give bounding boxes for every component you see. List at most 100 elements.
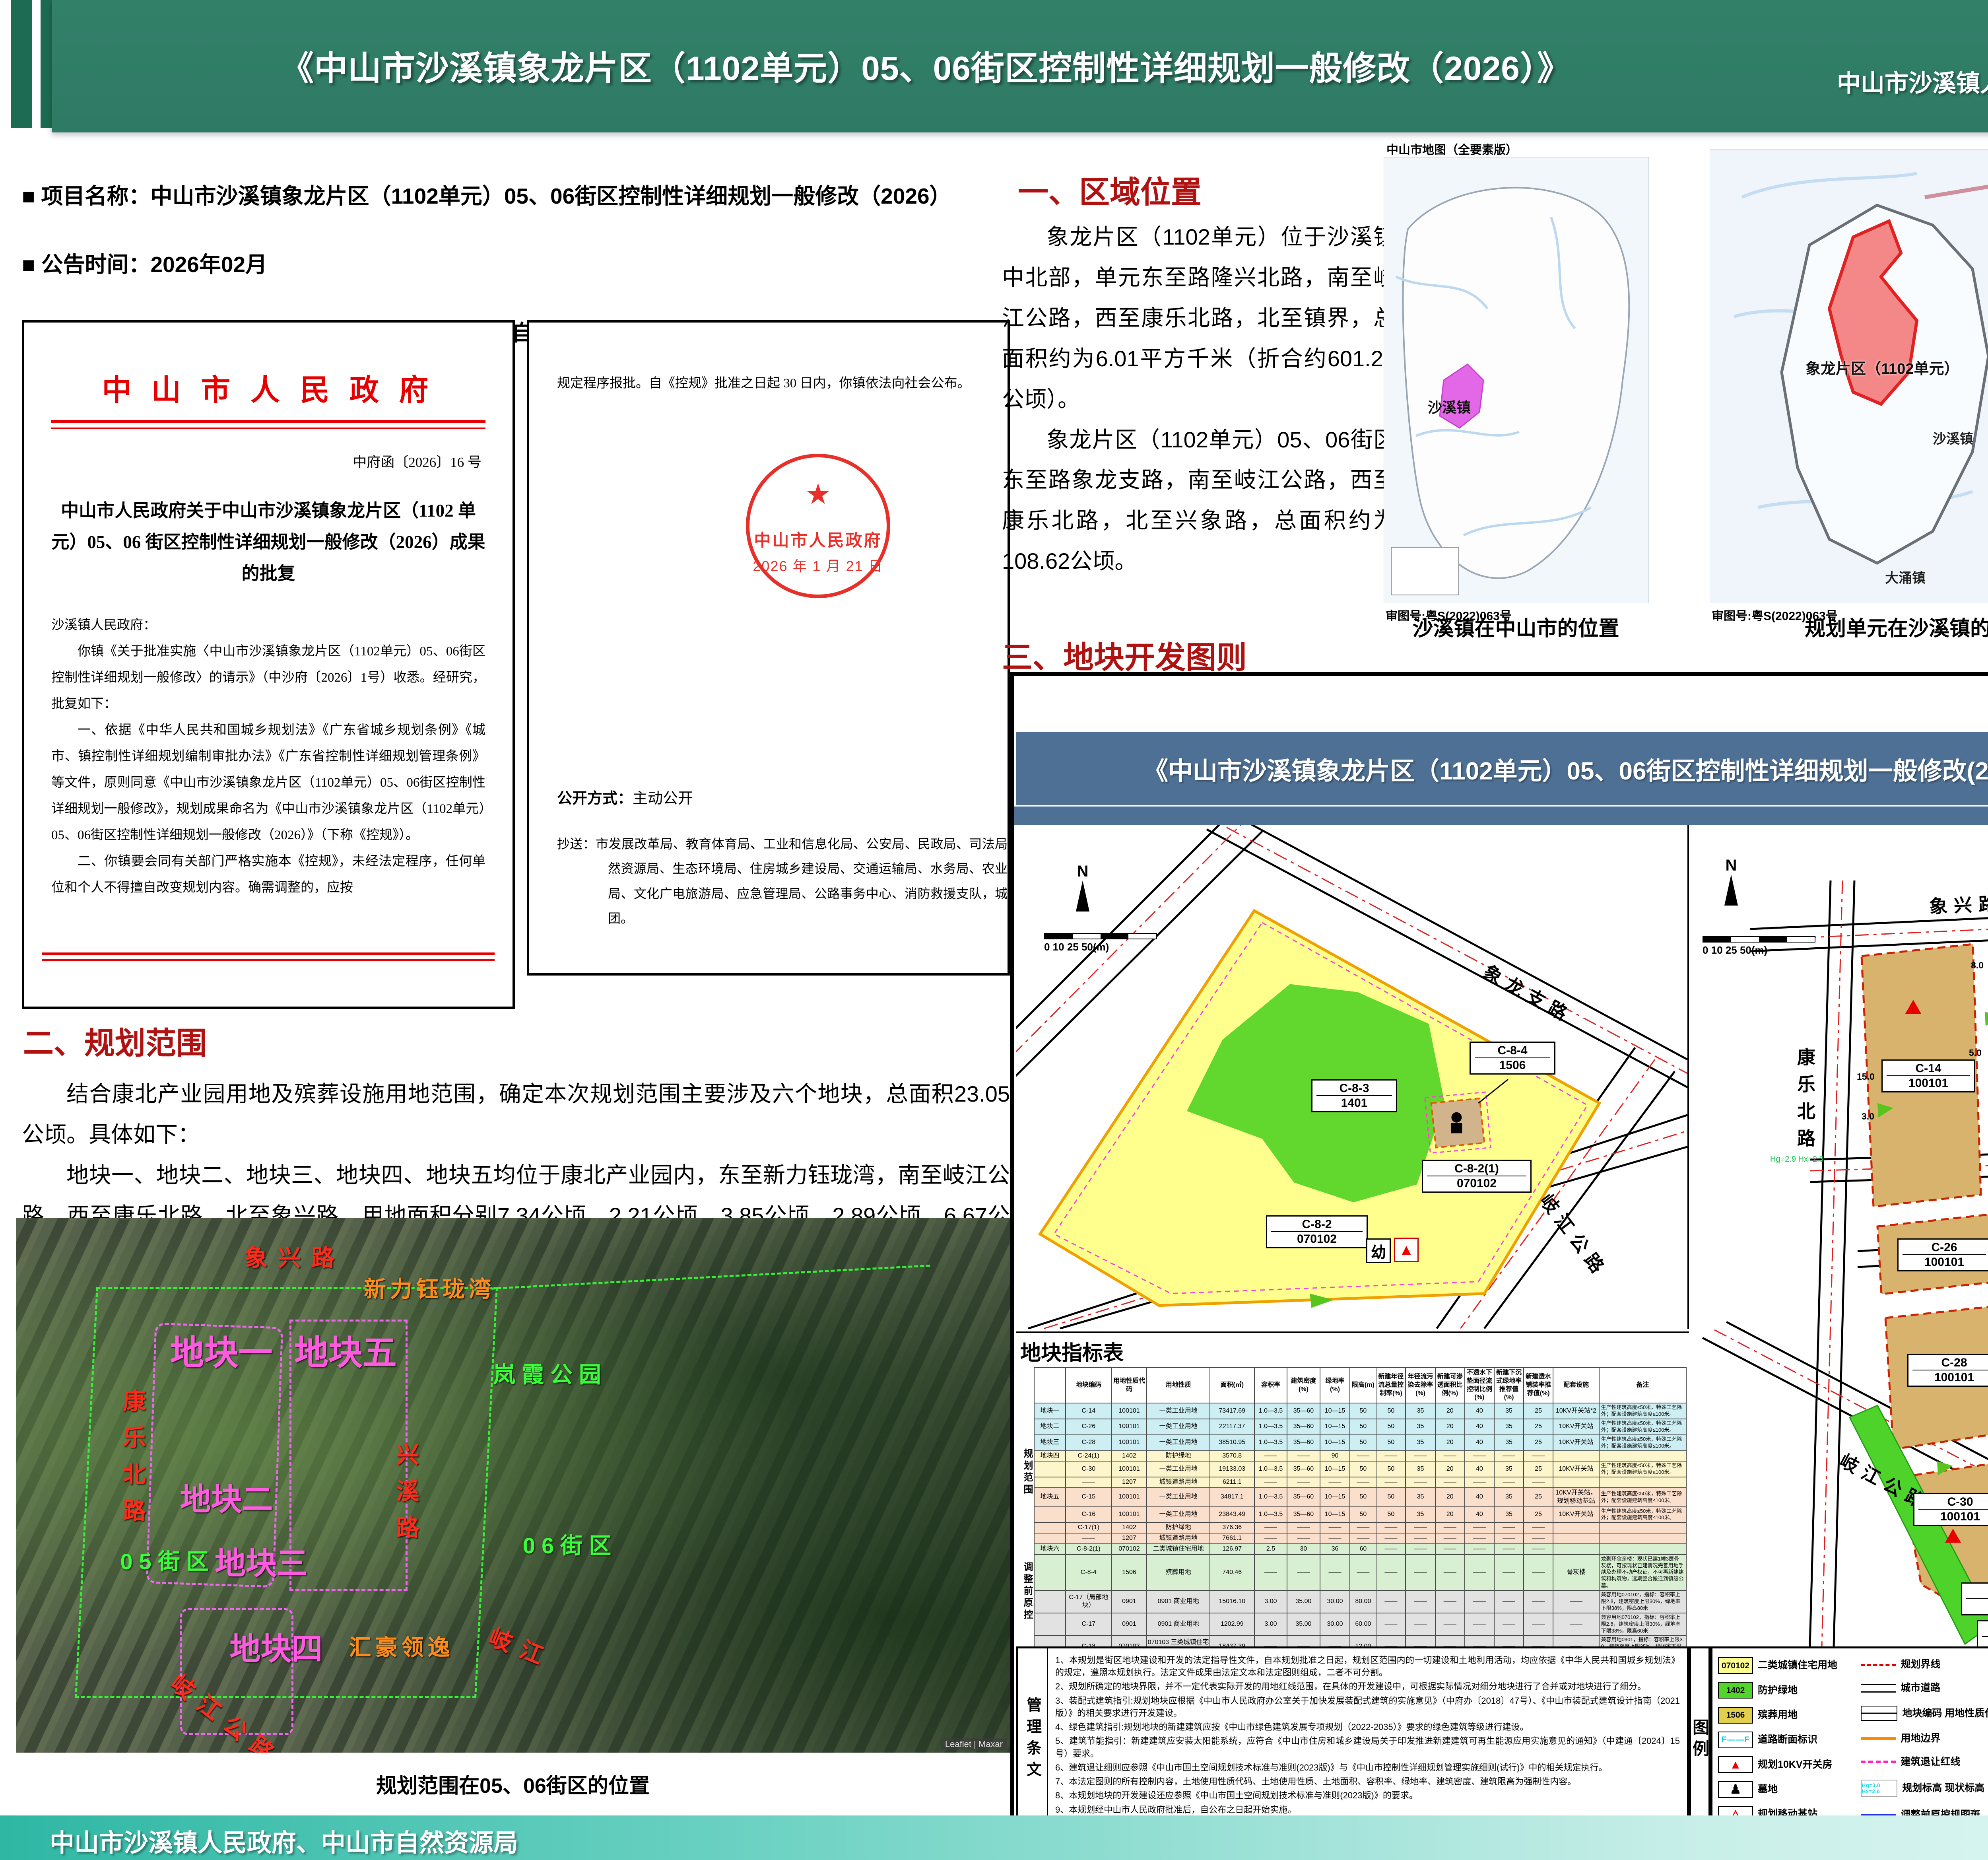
legend-swatch: [1718, 1781, 1753, 1798]
doc-paragraph: 你镇《关于批准实施〈中山市沙溪镇象龙片区（1102单元）05、06街区控制性详细…: [51, 638, 485, 717]
parcel-label-C-8-2: C-8-2070102: [1266, 1215, 1368, 1248]
block-label: 05街区: [120, 1544, 215, 1576]
table-cell: ——: [1465, 1533, 1494, 1544]
table-cell: 35—60: [1287, 1435, 1320, 1451]
area-label: 沙溪镇: [1428, 396, 1471, 417]
table-cell: 60.00: [1350, 1613, 1376, 1636]
table-cell: ——: [1320, 1522, 1350, 1533]
table-cell: ——: [1494, 1590, 1524, 1613]
table-cell: C-26: [1066, 1419, 1111, 1435]
plan-block6: C-8-31401 C-8-41506 C-8-2(1)070102 C-8-2…: [1016, 825, 1689, 1329]
dimension: 8.0: [1971, 960, 1984, 971]
town-label: 沙溪镇: [1933, 428, 1973, 447]
table-cell: 20: [1435, 1435, 1465, 1451]
table-cell: ——: [1465, 1477, 1494, 1488]
table-cell: 10KV开关站: [1553, 1507, 1599, 1523]
table-cell: 1.0—3.5: [1254, 1488, 1287, 1507]
table-cell: C-17（局部地块）: [1066, 1590, 1111, 1613]
cc-list: 抄送：市发展改革局、教育体育局、工业和信息化局、公安局、民政局、司法局、自然资源…: [557, 832, 1010, 931]
header-bar: 《中山市沙溪镇象龙片区（1102单元）05、06街区控制性详细规划一般修改（20…: [52, 0, 1988, 132]
section1-body: 象龙片区（1102单元）位于沙溪镇中北部，单元东至路隆兴北路，南至岐江公路，西至…: [1002, 217, 1396, 581]
table-cell: 30.00: [1320, 1590, 1350, 1613]
legend-swatch: 1506: [1718, 1707, 1753, 1724]
table-cell: 35—60: [1287, 1403, 1320, 1419]
table-cell: [1553, 1522, 1599, 1533]
table-cell: 一类工业用地: [1147, 1403, 1209, 1419]
announcement-poster: 《中山市沙溪镇象龙片区（1102单元）05、06街区控制性详细规划一般修改（20…: [0, 0, 1988, 1860]
table-cell: 50: [1376, 1403, 1406, 1419]
table-cell: 10KV开关站: [1553, 1419, 1599, 1435]
publish-mode: 公开方式：主动公开: [557, 786, 693, 808]
town-label: 大涌镇: [1885, 567, 1926, 587]
table-cell: 25: [1524, 1419, 1553, 1435]
table-cell: 1.0—3.5: [1254, 1419, 1287, 1435]
table-cell: 10KV开关站: [1553, 1461, 1599, 1477]
legend-swatch: [1861, 1664, 1896, 1666]
table-cell: 防护绿地: [1147, 1451, 1209, 1462]
town-location-map: 象龙片区（1102单元） 西区街道 南区街道 沙溪镇 大涌镇 审图号:粤S(20…: [1710, 149, 1988, 603]
table-cell: ——: [1287, 1555, 1320, 1590]
table-row: C-16100101一类工业用地23843.491.0—3.535—6010—1…: [1034, 1507, 1686, 1523]
table-cell: 骨灰楼: [1553, 1555, 1599, 1590]
parcel-label-C-8-4: C-8-41506: [1470, 1042, 1555, 1075]
table-cell: 0901 商业用地: [1147, 1613, 1209, 1636]
table-cell: [1599, 1477, 1686, 1488]
table-cell: [1034, 1613, 1066, 1636]
table-cell: ——: [1254, 1522, 1287, 1533]
table-cell: [1599, 1451, 1686, 1462]
table-cell: 1402: [1111, 1522, 1147, 1533]
table-cell: ——: [1254, 1451, 1287, 1462]
table-cell: 防护绿地: [1147, 1522, 1209, 1533]
table-cell: C-17: [1066, 1613, 1111, 1636]
table-cell: 100101: [1111, 1488, 1147, 1507]
table-row: 地块二C-26100101一类工业用地22117.371.0—3.535—601…: [1034, 1419, 1686, 1435]
table-cell: ——: [1494, 1477, 1524, 1488]
table-cell: ——: [1320, 1533, 1350, 1544]
legend-item: 规划10KV开关房: [1718, 1756, 1857, 1773]
table-cell: 25: [1524, 1435, 1553, 1451]
table-cell: ——: [1287, 1451, 1320, 1462]
table-cell: 1207: [1111, 1533, 1147, 1544]
meta-item: ■ 项目名称：中山市沙溪镇象龙片区（1102单元）05、06街区控制性详细规划一…: [22, 178, 1008, 210]
seal-text: 中山市人民政府: [726, 527, 911, 551]
table-cell: ——: [1553, 1613, 1599, 1636]
table-cell: [1034, 1533, 1066, 1544]
plan-blocks1-5: C-14100101 C-15100101 C-16100101 C-26100…: [1691, 825, 1988, 1646]
footer-agencies: 中山市沙溪镇人民政府、中山市自然资源局: [50, 1823, 518, 1858]
table-cell: 38510.95: [1210, 1435, 1254, 1451]
table-cell: ——: [1435, 1544, 1465, 1555]
table-cell: ——: [1435, 1477, 1465, 1488]
legend-swatch: 1402: [1718, 1682, 1753, 1699]
table-cell: 地块五: [1034, 1488, 1066, 1507]
table-cell: 20: [1435, 1461, 1465, 1477]
table-cell: 1.0—3.5: [1254, 1403, 1287, 1419]
place-label: 汇豪领逸: [349, 1630, 454, 1662]
table-cell: 40: [1465, 1488, 1494, 1507]
table-cell: 35: [1406, 1419, 1435, 1435]
table-cell: ——: [1524, 1613, 1553, 1636]
table-cell: 30: [1287, 1544, 1320, 1555]
seal-date: 2026 年 1 月 21 日: [726, 555, 911, 575]
table-cell: 1202.99: [1210, 1613, 1254, 1636]
table-row: 地块六C-8-2(1)070102二类城镇住宅用地126.972.5303660…: [1034, 1544, 1686, 1555]
table-cell: ——: [1494, 1533, 1524, 1544]
table-cell: 25: [1524, 1403, 1553, 1419]
table-cell: 376.36: [1210, 1522, 1254, 1533]
table-cell: ——: [1465, 1590, 1494, 1613]
legend-swatch: [1718, 1756, 1753, 1773]
table-cell: 23843.49: [1210, 1507, 1254, 1523]
table-cell: 50: [1350, 1507, 1376, 1523]
table-cell: 100101: [1111, 1403, 1147, 1419]
table-cell: 35: [1406, 1461, 1435, 1477]
citywide-location-map: 中山市地图（全要素版） 沙溪镇 审图号:粤S(2022)063号: [1384, 157, 1649, 603]
table-cell: [1553, 1451, 1599, 1462]
table-cell: 0901: [1111, 1590, 1147, 1613]
table-cell: 一类工业用地: [1147, 1435, 1209, 1451]
scale-bar: 0 10 25 50(m): [1044, 933, 1157, 953]
table-cell: 1506: [1111, 1555, 1147, 1590]
table-cell: 城镇道路用地: [1147, 1533, 1209, 1544]
table-cell: 10KV开关站，规划移动基站: [1553, 1488, 1599, 1507]
table-cell: 城镇道路用地: [1147, 1477, 1209, 1488]
table-row: 地块四C-24(1)1402防护绿地3570.8————90——————————…: [1034, 1451, 1686, 1462]
table-cell: 50: [1350, 1461, 1376, 1477]
